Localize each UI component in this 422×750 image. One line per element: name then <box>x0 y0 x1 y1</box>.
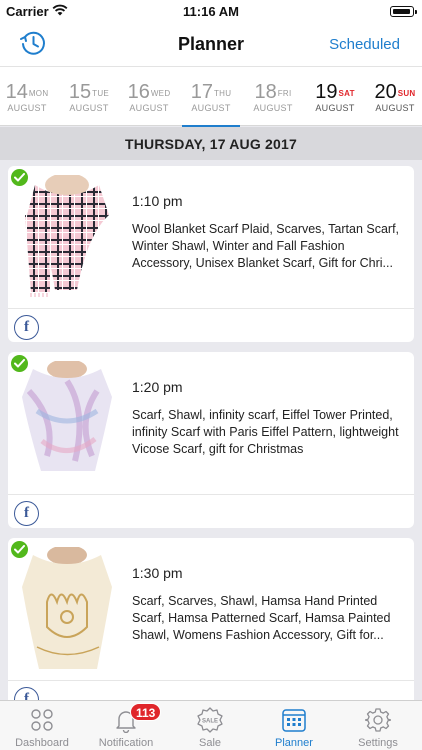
tab-dashboard[interactable]: Dashboard <box>0 701 84 750</box>
dashboard-icon <box>29 707 55 733</box>
date-day-name: THU <box>213 89 232 98</box>
post-thumbnail <box>17 175 118 297</box>
facebook-icon[interactable]: f <box>14 501 39 526</box>
post-thumbnail <box>17 361 118 483</box>
check-icon <box>10 168 29 187</box>
post-description: Scarf, Scarves, Shawl, Hamsa Hand Printe… <box>132 594 391 642</box>
tab-settings[interactable]: Settings <box>336 701 420 750</box>
date-number: 17 <box>190 81 213 103</box>
tab-label: Settings <box>358 737 398 749</box>
date-day-name: FRI <box>277 89 292 98</box>
calendar-icon <box>281 707 307 733</box>
tab-label: Sale <box>198 737 222 749</box>
date-item-15[interactable]: 15TUE AUGUST <box>58 67 120 127</box>
date-item-19[interactable]: 19SAT AUGUST <box>304 67 366 127</box>
tab-bar: Dashboard 113 Notification SALE Sale Pla… <box>0 700 422 750</box>
date-month: AUGUST <box>129 103 169 113</box>
sale-tag-icon: SALE <box>197 707 223 733</box>
post-description: Wool Blanket Scarf Plaid, Scarves, Tarta… <box>132 222 400 270</box>
status-time: 11:16 AM <box>183 4 239 19</box>
facebook-icon[interactable]: f <box>14 315 39 340</box>
date-month: AUGUST <box>375 103 415 113</box>
date-number: 16 <box>127 81 150 103</box>
post-time: 1:30 pm <box>132 565 183 581</box>
section-date-header: THURSDAY, 17 AUG 2017 <box>0 127 422 160</box>
tab-label: Planner <box>275 737 313 749</box>
tab-notification[interactable]: 113 Notification <box>84 701 168 750</box>
check-icon <box>10 354 29 373</box>
card-divider <box>8 494 414 495</box>
date-number: 14 <box>5 81 28 103</box>
check-icon <box>10 540 29 559</box>
tab-label: Notification <box>98 737 154 749</box>
battery-icon <box>390 6 417 17</box>
date-day-name: SUN <box>397 89 416 98</box>
date-month: AUGUST <box>191 103 231 113</box>
post-time: 1:10 pm <box>132 193 183 209</box>
date-month: AUGUST <box>69 103 109 113</box>
scheduled-post-card[interactable]: 1:30 pm Scarf, Scarves, Shawl, Hamsa Han… <box>8 538 414 714</box>
date-month: AUGUST <box>315 103 355 113</box>
date-number: 18 <box>254 81 277 103</box>
status-bar: Carrier 11:16 AM <box>0 0 422 22</box>
date-item-18[interactable]: 18FRI AUGUST <box>242 67 304 127</box>
date-number: 19 <box>315 81 338 103</box>
tab-planner[interactable]: Planner <box>252 701 336 750</box>
gear-icon <box>364 707 392 733</box>
date-item-14[interactable]: 14MON AUGUST <box>0 67 58 127</box>
date-day-name: WED <box>150 89 171 98</box>
date-month: AUGUST <box>253 103 293 113</box>
tab-label: Dashboard <box>15 737 69 749</box>
scheduled-button[interactable]: Scheduled <box>329 36 400 53</box>
date-item-20[interactable]: 20SUN AUGUST <box>364 67 422 127</box>
date-item-16[interactable]: 16WED AUGUST <box>118 67 180 127</box>
date-strip: 14MON AUGUST 15TUE AUGUST 16WED AUGUST 1… <box>0 66 422 128</box>
navigation-bar: Planner Scheduled <box>0 22 422 66</box>
date-month: AUGUST <box>7 103 47 113</box>
post-time: 1:20 pm <box>132 379 183 395</box>
date-number: 15 <box>68 81 92 103</box>
date-item-17[interactable]: 17THU AUGUST <box>180 67 242 128</box>
scheduled-post-card[interactable]: 1:10 pm Wool Blanket Scarf Plaid, Scarve… <box>8 166 414 342</box>
post-description: Scarf, Shawl, infinity scarf, Eiffel Tow… <box>132 408 399 456</box>
card-divider <box>8 308 414 309</box>
card-divider <box>8 680 414 681</box>
post-thumbnail <box>17 547 118 669</box>
date-day-name: MON <box>28 89 49 98</box>
sale-icon-text: SALE <box>202 719 218 725</box>
tab-sale[interactable]: SALE Sale <box>168 701 252 750</box>
date-number: 20 <box>374 81 397 103</box>
notification-badge: 113 <box>130 703 162 721</box>
scheduled-post-card[interactable]: 1:20 pm Scarf, Shawl, infinity scarf, Ei… <box>8 352 414 528</box>
date-day-name: SAT <box>338 89 355 98</box>
date-day-name: TUE <box>92 89 110 98</box>
